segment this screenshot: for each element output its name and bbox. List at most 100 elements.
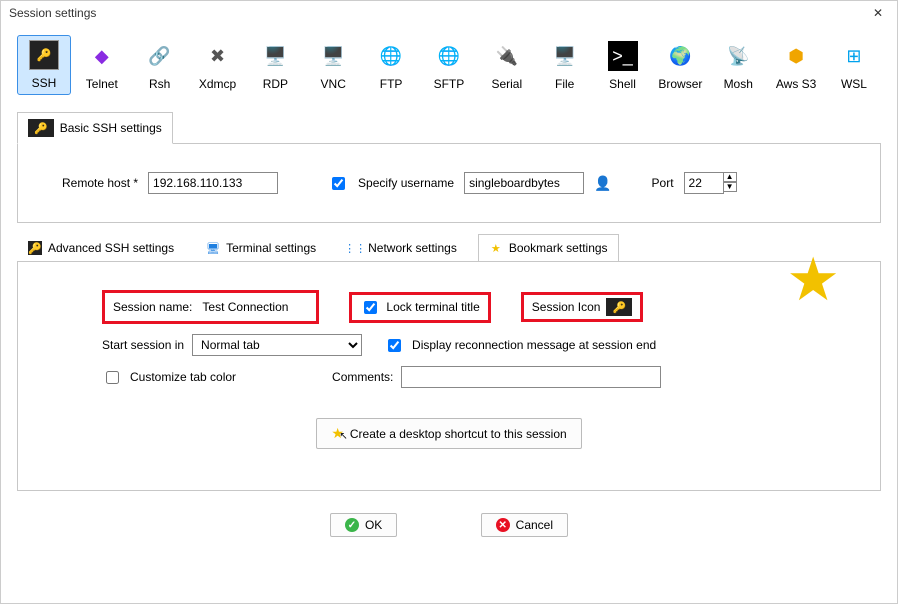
highlight-lock-title: Lock terminal title	[349, 292, 490, 323]
globe-lock-icon: 🌐	[434, 41, 464, 71]
proto-wsl[interactable]: ⊞ WSL	[827, 37, 881, 95]
proto-file-label: File	[555, 77, 574, 91]
star-decoration-icon: ★	[786, 245, 840, 315]
tab-advanced-ssh-label: Advanced SSH settings	[48, 241, 174, 255]
tab-basic-ssh[interactable]: 🔑 Basic SSH settings	[17, 112, 173, 144]
highlight-session-name: Session name:	[102, 290, 319, 324]
vnc-icon: 🖥️	[318, 41, 348, 71]
port-label: Port	[652, 176, 674, 190]
specify-username-label: Specify username	[358, 176, 454, 190]
key-icon: 🔑	[29, 40, 59, 70]
proto-sftp[interactable]: 🌐 SFTP	[422, 37, 476, 95]
star-cursor-icon: ★↖	[331, 425, 344, 442]
proto-vnc-label: VNC	[321, 77, 346, 91]
check-icon: ✓	[345, 518, 359, 532]
file-icon: 🖥️	[550, 41, 580, 71]
monitor-icon: 🖥️	[260, 41, 290, 71]
ok-button[interactable]: ✓ OK	[330, 513, 397, 537]
username-input[interactable]	[464, 172, 584, 194]
tab-terminal-settings[interactable]: 🖥 Terminal settings	[195, 234, 327, 262]
proto-mosh-label: Mosh	[724, 77, 753, 91]
session-icon-button[interactable]: 🔑	[606, 298, 632, 316]
basic-ssh-panel: Remote host * Specify username 👤 Port ▲▼	[17, 143, 881, 223]
session-icon-label: Session Icon	[532, 300, 601, 314]
proto-serial-label: Serial	[491, 77, 522, 91]
remote-host-input[interactable]	[148, 172, 278, 194]
proto-rdp-label: RDP	[263, 77, 288, 91]
create-shortcut-label: Create a desktop shortcut to this sessio…	[350, 427, 567, 441]
tab-bookmark-settings-label: Bookmark settings	[509, 241, 608, 255]
star-icon: ★	[489, 241, 503, 255]
proto-telnet[interactable]: ◆ Telnet	[75, 37, 129, 95]
window-title: Session settings	[9, 6, 96, 20]
proto-rdp[interactable]: 🖥️ RDP	[248, 37, 302, 95]
highlight-session-icon: Session Icon 🔑	[521, 292, 643, 322]
terminal-icon: 🖥	[206, 241, 220, 255]
tab-network-settings[interactable]: ⋮⋮ Network settings	[337, 234, 468, 262]
tab-advanced-ssh[interactable]: 🔑 Advanced SSH settings	[17, 234, 185, 262]
shell-icon: >_	[608, 41, 638, 71]
aws-icon: ⬢	[781, 41, 811, 71]
proto-xdmcp-label: Xdmcp	[199, 77, 236, 91]
remote-host-label: Remote host *	[62, 176, 138, 190]
cancel-button[interactable]: ✕ Cancel	[481, 513, 568, 537]
port-spinner[interactable]: ▲▼	[723, 172, 737, 194]
customize-tab-color-label: Customize tab color	[130, 370, 236, 384]
tab-terminal-settings-label: Terminal settings	[226, 241, 316, 255]
session-name-input[interactable]	[198, 296, 308, 318]
comments-input[interactable]	[401, 366, 661, 388]
user-picker-icon[interactable]: 👤	[594, 175, 611, 192]
create-shortcut-button[interactable]: ★↖ Create a desktop shortcut to this ses…	[316, 418, 581, 449]
proto-rsh[interactable]: 🔗 Rsh	[133, 37, 187, 95]
proto-ssh[interactable]: 🔑 SSH	[17, 35, 71, 95]
lightning-icon: ◆	[87, 41, 117, 71]
proto-vnc[interactable]: 🖥️ VNC	[306, 37, 360, 95]
proto-awss3[interactable]: ⬢ Aws S3	[769, 37, 823, 95]
ok-label: OK	[365, 518, 382, 532]
customize-tab-color-checkbox[interactable]	[106, 371, 119, 384]
display-reconnection-checkbox[interactable]	[388, 339, 401, 352]
satellite-icon: 📡	[723, 41, 753, 71]
tab-basic-ssh-label: Basic SSH settings	[60, 121, 162, 135]
cancel-label: Cancel	[516, 518, 553, 532]
display-reconnection-label: Display reconnection message at session …	[412, 338, 656, 352]
serial-icon: 🔌	[492, 41, 522, 71]
proto-browser-label: Browser	[658, 77, 702, 91]
proto-rsh-label: Rsh	[149, 77, 170, 91]
proto-shell[interactable]: >_ Shell	[596, 37, 650, 95]
windows-icon: ⊞	[839, 41, 869, 71]
proto-serial[interactable]: 🔌 Serial	[480, 37, 534, 95]
bookmark-panel: Session name: Lock terminal title Sessio…	[17, 261, 881, 491]
proto-ftp-label: FTP	[380, 77, 403, 91]
proto-shell-label: Shell	[609, 77, 636, 91]
cancel-icon: ✕	[496, 518, 510, 532]
start-session-select[interactable]: Normal tab	[192, 334, 362, 356]
lock-title-checkbox[interactable]	[364, 301, 377, 314]
tab-bookmark-settings[interactable]: ★ Bookmark settings	[478, 234, 619, 262]
comments-label: Comments:	[332, 370, 393, 384]
protocol-toolbar: 🔑 SSH ◆ Telnet 🔗 Rsh ✖ Xdmcp 🖥️ RDP 🖥️ V…	[1, 25, 897, 101]
proto-browser[interactable]: 🌍 Browser	[653, 37, 707, 95]
session-name-label: Session name:	[113, 300, 192, 314]
close-icon[interactable]: ✕	[867, 6, 889, 20]
x-icon: ✖	[203, 41, 233, 71]
link-icon: 🔗	[145, 41, 175, 71]
proto-awss3-label: Aws S3	[776, 77, 816, 91]
globe-icon: 🌐	[376, 41, 406, 71]
proto-sftp-label: SFTP	[434, 77, 465, 91]
proto-ssh-label: SSH	[32, 76, 57, 90]
key-icon: 🔑	[28, 241, 42, 255]
key-icon: 🔑	[28, 119, 54, 137]
network-icon: ⋮⋮	[348, 241, 362, 255]
proto-mosh[interactable]: 📡 Mosh	[711, 37, 765, 95]
lock-title-label: Lock terminal title	[386, 300, 479, 314]
tab-network-settings-label: Network settings	[368, 241, 457, 255]
proto-file[interactable]: 🖥️ File	[538, 37, 592, 95]
proto-telnet-label: Telnet	[86, 77, 118, 91]
proto-xdmcp[interactable]: ✖ Xdmcp	[191, 37, 245, 95]
port-input[interactable]	[684, 172, 724, 194]
proto-wsl-label: WSL	[841, 77, 867, 91]
specify-username-checkbox[interactable]	[332, 177, 345, 190]
browser-icon: 🌍	[665, 41, 695, 71]
proto-ftp[interactable]: 🌐 FTP	[364, 37, 418, 95]
